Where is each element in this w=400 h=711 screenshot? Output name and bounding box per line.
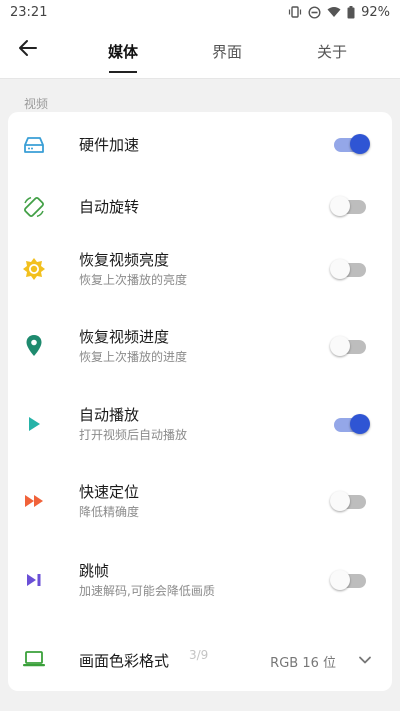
page-indicator: 3/9	[189, 648, 209, 662]
fast-forward-icon	[22, 489, 46, 513]
setting-frame-skip[interactable]: 跳帧 加速解码,可能会降低画质	[8, 557, 392, 613]
setting-subtitle: 打开视频后自动播放	[79, 428, 188, 442]
screen-rotation-icon	[22, 195, 46, 219]
auto-rotate-toggle[interactable]	[330, 196, 366, 216]
setting-title: 自动播放	[79, 406, 140, 424]
frame-skip-toggle[interactable]	[330, 570, 366, 590]
chevron-down-icon[interactable]	[358, 652, 372, 666]
restore-progress-toggle[interactable]	[330, 336, 366, 356]
setting-title: 硬件加速	[79, 136, 140, 154]
tab-label: 媒体	[107, 43, 138, 61]
setting-title: 快速定位	[79, 483, 140, 501]
wifi-icon	[327, 6, 341, 18]
toggle-knob	[330, 336, 350, 356]
toggle-knob	[330, 491, 350, 511]
tab-label: 关于	[316, 43, 347, 61]
back-button[interactable]	[14, 36, 42, 64]
play-icon	[22, 412, 46, 436]
setting-title: 恢复视频亮度	[79, 251, 170, 269]
skip-next-icon	[22, 568, 46, 592]
active-tab-indicator	[109, 71, 137, 73]
setting-autoplay[interactable]: 自动播放 打开视频后自动播放	[8, 401, 392, 457]
fast-seek-toggle[interactable]	[330, 491, 366, 511]
setting-subtitle: 加速解码,可能会降低画质	[79, 584, 215, 598]
status-time: 23:21	[10, 4, 48, 20]
color-format-value: RGB 16 位	[270, 656, 336, 671]
tab-interface[interactable]: 界面	[192, 24, 262, 79]
setting-fast-seek[interactable]: 快速定位 降低精确度	[8, 478, 392, 534]
hardware-acceleration-toggle[interactable]	[334, 134, 370, 154]
setting-restore-progress[interactable]: 恢复视频进度 恢复上次播放的进度	[8, 323, 392, 379]
toggle-knob	[350, 134, 370, 154]
location-pin-icon	[22, 334, 46, 358]
top-app-bar: 媒体 界面 关于	[0, 24, 400, 79]
hard-drive-icon	[22, 133, 46, 157]
setting-auto-rotate[interactable]: 自动旋转	[8, 186, 392, 228]
setting-hardware-acceleration[interactable]: 硬件加速	[8, 124, 392, 166]
setting-title: 跳帧	[79, 562, 110, 580]
tab-label: 界面	[211, 43, 242, 61]
toggle-knob	[330, 196, 350, 216]
toggle-knob	[330, 570, 350, 590]
setting-subtitle: 恢复上次播放的亮度	[79, 273, 188, 287]
restore-brightness-toggle[interactable]	[330, 259, 366, 279]
toggle-knob	[350, 414, 370, 434]
setting-title: 画面色彩格式	[79, 652, 170, 670]
status-bar: 23:21 92%	[0, 0, 400, 24]
setting-restore-brightness[interactable]: 恢复视频亮度 恢复上次播放的亮度	[8, 246, 392, 302]
brightness-icon	[22, 257, 46, 281]
autoplay-toggle[interactable]	[334, 414, 370, 434]
tab-media[interactable]: 媒体	[88, 24, 158, 79]
setting-subtitle: 降低精确度	[79, 505, 140, 519]
do-not-disturb-icon	[308, 5, 321, 19]
laptop-icon	[22, 647, 46, 671]
setting-title: 自动旋转	[79, 198, 140, 216]
toggle-knob	[330, 259, 350, 279]
tab-about[interactable]: 关于	[297, 24, 367, 79]
arrow-back-icon	[18, 39, 38, 61]
section-header-video: 视频	[24, 97, 49, 111]
vibrate-icon	[288, 6, 302, 18]
settings-card: 硬件加速 自动旋转 恢复视频亮度 恢复上次播放的亮度 恢复视频进度 恢复上次播放…	[8, 112, 392, 691]
battery-icon	[347, 5, 355, 19]
battery-level: 92%	[361, 4, 390, 20]
setting-title: 恢复视频进度	[79, 328, 170, 346]
setting-subtitle: 恢复上次播放的进度	[79, 350, 188, 364]
